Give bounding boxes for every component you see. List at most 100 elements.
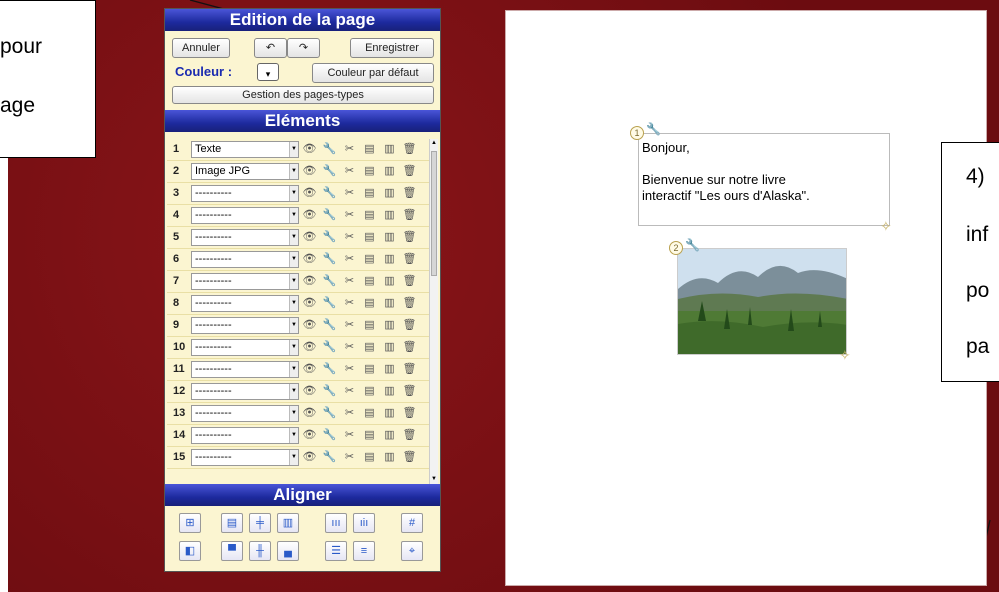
chevron-down-icon[interactable]: ▼ (289, 164, 298, 179)
cut-icon[interactable]: ✂ (342, 362, 357, 377)
distribute-horizontal-icon[interactable]: ııı (325, 513, 347, 533)
cut-icon[interactable]: ✂ (342, 186, 357, 201)
paste-icon[interactable]: ▥ (382, 186, 397, 201)
copy-icon[interactable]: ▤ (362, 406, 377, 421)
chevron-down-icon[interactable]: ▼ (289, 318, 298, 333)
trash-icon[interactable]: 🗑 (402, 274, 417, 289)
copy-icon[interactable]: ▤ (362, 428, 377, 443)
element-type-select[interactable]: ---------- ▼ (191, 229, 299, 246)
cut-icon[interactable]: ✂ (342, 230, 357, 245)
cut-icon[interactable]: ✂ (342, 450, 357, 465)
chevron-down-icon[interactable]: ▼ (289, 406, 298, 421)
trash-icon[interactable]: 🗑 (402, 296, 417, 311)
chevron-down-icon[interactable]: ▼ (289, 450, 298, 465)
paste-icon[interactable]: ▥ (382, 296, 397, 311)
chevron-down-icon[interactable]: ▼ (289, 340, 298, 355)
resize-handle-icon[interactable]: ✧ (880, 218, 892, 235)
trash-icon[interactable]: 🗑 (402, 186, 417, 201)
chevron-down-icon[interactable]: ▼ (289, 208, 298, 223)
cut-icon[interactable]: ✂ (342, 340, 357, 355)
copy-icon[interactable]: ▤ (362, 208, 377, 223)
eye-icon[interactable]: 👁 (302, 252, 317, 267)
copy-icon[interactable]: ▤ (362, 164, 377, 179)
copy-icon[interactable]: ▤ (362, 340, 377, 355)
align-left-icon[interactable]: ▤ (221, 513, 243, 533)
cut-icon[interactable]: ✂ (342, 164, 357, 179)
wrench-icon[interactable]: 🔧 (322, 186, 337, 201)
eye-icon[interactable]: 👁 (302, 428, 317, 443)
align-center-horizontal-icon[interactable]: ╪ (249, 513, 271, 533)
trash-icon[interactable]: 🗑 (402, 340, 417, 355)
wrench-icon[interactable]: 🔧 (685, 238, 700, 252)
cancel-button[interactable]: Annuler (172, 38, 230, 58)
trash-icon[interactable]: 🗑 (402, 384, 417, 399)
page-types-button[interactable]: Gestion des pages-types (172, 86, 434, 104)
paste-icon[interactable]: ▥ (382, 252, 397, 267)
copy-icon[interactable]: ▤ (362, 362, 377, 377)
eye-icon[interactable]: 👁 (302, 406, 317, 421)
element-type-select[interactable]: Texte ▼ (191, 141, 299, 158)
eye-icon[interactable]: 👁 (302, 208, 317, 223)
paste-icon[interactable]: ▥ (382, 318, 397, 333)
copy-icon[interactable]: ▤ (362, 296, 377, 311)
copy-icon[interactable]: ▤ (362, 142, 377, 157)
copy-icon[interactable]: ▤ (362, 450, 377, 465)
copy-icon[interactable]: ▤ (362, 274, 377, 289)
undo-button[interactable]: ↶ (254, 38, 287, 58)
trash-icon[interactable]: 🗑 (402, 318, 417, 333)
trash-icon[interactable]: 🗑 (402, 208, 417, 223)
paste-icon[interactable]: ▥ (382, 164, 397, 179)
paste-icon[interactable]: ▥ (382, 274, 397, 289)
wrench-icon[interactable]: 🔧 (322, 384, 337, 399)
scroll-thumb[interactable] (431, 151, 437, 276)
wrench-icon[interactable]: 🔧 (322, 230, 337, 245)
element-type-select[interactable]: ---------- ▼ (191, 207, 299, 224)
wrench-icon[interactable]: 🔧 (322, 142, 337, 157)
chevron-down-icon[interactable]: ▼ (289, 362, 298, 377)
wrench-icon[interactable]: 🔧 (322, 340, 337, 355)
paste-icon[interactable]: ▥ (382, 362, 397, 377)
align-center-vertical-icon[interactable]: ╫ (249, 541, 271, 561)
trash-icon[interactable]: 🗑 (402, 428, 417, 443)
eye-icon[interactable]: 👁 (302, 362, 317, 377)
cut-icon[interactable]: ✂ (342, 384, 357, 399)
trash-icon[interactable]: 🗑 (402, 142, 417, 157)
eye-icon[interactable]: 👁 (302, 186, 317, 201)
resize-handle-icon[interactable]: ✧ (839, 347, 851, 364)
align-center-page-icon[interactable]: ⊞ (179, 513, 201, 533)
wrench-icon[interactable]: 🔧 (322, 362, 337, 377)
element-type-select[interactable]: ---------- ▼ (191, 295, 299, 312)
scroll-down-icon[interactable]: ▼ (430, 475, 438, 484)
wrench-icon[interactable]: 🔧 (322, 406, 337, 421)
redo-button[interactable]: ↷ (287, 38, 320, 58)
element-type-select[interactable]: ---------- ▼ (191, 317, 299, 334)
crosshair-icon[interactable]: ⌖ (401, 541, 423, 561)
eye-icon[interactable]: 👁 (302, 384, 317, 399)
paste-icon[interactable]: ▥ (382, 406, 397, 421)
trash-icon[interactable]: 🗑 (402, 406, 417, 421)
cut-icon[interactable]: ✂ (342, 406, 357, 421)
eye-icon[interactable]: 👁 (302, 164, 317, 179)
scroll-up-icon[interactable]: ▲ (430, 139, 438, 148)
paste-icon[interactable]: ▥ (382, 450, 397, 465)
cut-icon[interactable]: ✂ (342, 296, 357, 311)
align-top-icon[interactable]: ▀ (221, 541, 243, 561)
copy-icon[interactable]: ▤ (362, 252, 377, 267)
paste-icon[interactable]: ▥ (382, 340, 397, 355)
element-type-select[interactable]: ---------- ▼ (191, 361, 299, 378)
copy-icon[interactable]: ▤ (362, 230, 377, 245)
save-button[interactable]: Enregistrer (350, 38, 434, 58)
wrench-icon[interactable]: 🔧 (322, 450, 337, 465)
copy-icon[interactable]: ▤ (362, 384, 377, 399)
paste-icon[interactable]: ▥ (382, 230, 397, 245)
trash-icon[interactable]: 🗑 (402, 450, 417, 465)
copy-icon[interactable]: ▤ (362, 186, 377, 201)
eye-icon[interactable]: 👁 (302, 142, 317, 157)
chevron-down-icon[interactable]: ▼ (289, 186, 298, 201)
cut-icon[interactable]: ✂ (342, 428, 357, 443)
copy-icon[interactable]: ▤ (362, 318, 377, 333)
wrench-icon[interactable]: 🔧 (322, 274, 337, 289)
wrench-icon[interactable]: 🔧 (322, 208, 337, 223)
element-type-select[interactable]: ---------- ▼ (191, 273, 299, 290)
wrench-icon[interactable]: 🔧 (322, 296, 337, 311)
